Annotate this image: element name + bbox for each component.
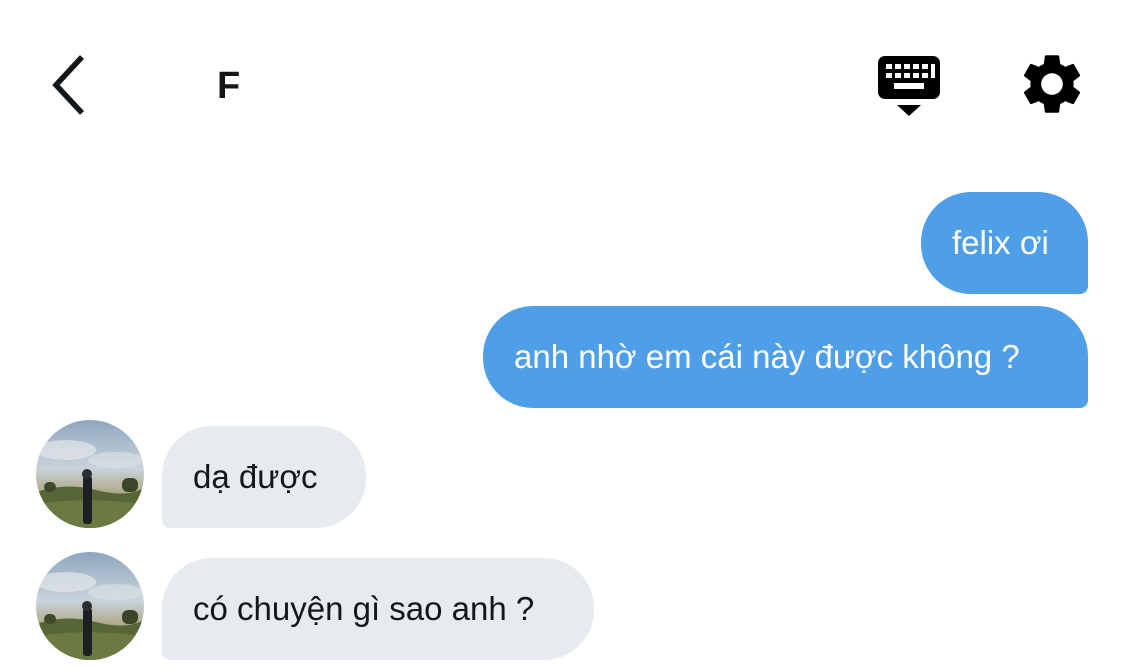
incoming-message-bubble[interactable]: có chuyện gì sao anh ?: [162, 558, 594, 660]
back-button[interactable]: [40, 50, 96, 120]
conversation-title[interactable]: F: [217, 64, 240, 108]
message-text: anh nhờ em cái này được không ?: [514, 338, 1020, 375]
avatar-photo: [36, 420, 144, 528]
avatar-photo: [36, 552, 144, 660]
settings-button[interactable]: [1016, 48, 1088, 120]
keyboard-toggle-button[interactable]: [872, 52, 946, 122]
message-text: có chuyện gì sao anh ?: [193, 590, 535, 627]
outgoing-message-bubble[interactable]: anh nhờ em cái này được không ?: [483, 306, 1088, 408]
keyboard-hide-icon: [878, 56, 940, 116]
avatar[interactable]: [36, 420, 144, 528]
message-text: dạ được: [193, 458, 318, 495]
conversation-header: F: [0, 0, 1125, 170]
avatar[interactable]: [36, 552, 144, 660]
outgoing-message-bubble[interactable]: felix ơi: [921, 192, 1088, 294]
message-text: felix ơi: [952, 224, 1049, 261]
incoming-message-bubble[interactable]: dạ được: [162, 426, 366, 528]
gear-icon: [1023, 55, 1081, 113]
chevron-left-icon: [52, 55, 85, 115]
